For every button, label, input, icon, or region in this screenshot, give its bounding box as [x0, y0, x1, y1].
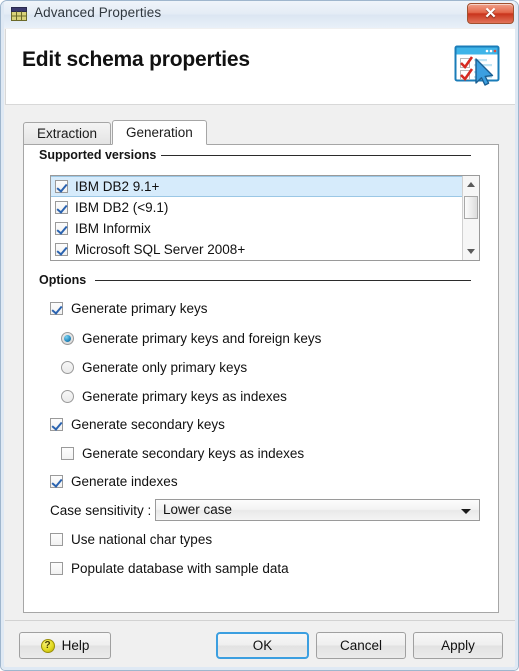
primary-keys-and-foreign-keys-row[interactable]: Generate primary keys and foreign keys — [61, 331, 321, 346]
title-bar: Advanced Properties ✕ — [1, 1, 518, 28]
generate-primary-keys-label: Generate primary keys — [71, 301, 208, 316]
supported-versions-list[interactable]: IBM DB2 9.1+ IBM DB2 (<9.1) IBM Informix… — [50, 175, 480, 261]
primary-keys-as-indexes-label: Generate primary keys as indexes — [82, 389, 287, 404]
generate-secondary-keys-as-indexes-row[interactable]: Generate secondary keys as indexes — [61, 446, 304, 461]
dialog-footer: Help OK Cancel Apply — [5, 621, 516, 668]
ok-button-label: OK — [252, 638, 273, 653]
generate-secondary-keys-as-indexes-checkbox[interactable] — [61, 447, 74, 460]
help-button-label: Help — [61, 638, 90, 653]
cancel-button[interactable]: Cancel — [316, 632, 406, 659]
list-item[interactable]: IBM DB2 (<9.1) — [51, 197, 479, 218]
list-item[interactable]: Microsoft SQL Server 2008+ — [51, 239, 479, 260]
generate-indexes-checkbox[interactable] — [50, 475, 63, 488]
list-item[interactable]: IBM DB2 9.1+ — [51, 176, 479, 197]
scrollbar-thumb[interactable] — [464, 196, 478, 219]
use-national-char-types-checkbox[interactable] — [50, 533, 63, 546]
generate-secondary-keys-label: Generate secondary keys — [71, 417, 225, 432]
close-icon: ✕ — [484, 5, 497, 22]
apply-button[interactable]: Apply — [413, 632, 503, 659]
close-button[interactable]: ✕ — [467, 3, 514, 24]
window-title: Advanced Properties — [34, 5, 162, 20]
primary-keys-and-foreign-keys-label: Generate primary keys and foreign keys — [82, 331, 322, 346]
list-item-label: IBM DB2 9.1+ — [75, 179, 160, 194]
list-item-label: Microsoft SQL Server 2008+ — [75, 242, 246, 257]
scroll-up-arrow-icon[interactable] — [463, 176, 479, 193]
cancel-button-label: Cancel — [339, 638, 383, 653]
help-question-icon — [40, 638, 55, 653]
list-item-label: IBM DB2 (<9.1) — [75, 200, 169, 215]
case-sensitivity-label: Case sensitivity : — [50, 503, 152, 518]
dialog-body: Extraction Generation Supported versions… — [5, 105, 516, 668]
list-item-checkbox[interactable] — [55, 201, 68, 214]
generate-indexes-label: Generate indexes — [71, 474, 178, 489]
apply-button-label: Apply — [441, 638, 475, 653]
only-primary-keys-row[interactable]: Generate only primary keys — [61, 360, 247, 375]
populate-database-checkbox[interactable] — [50, 562, 63, 575]
use-national-char-types-row[interactable]: Use national char types — [50, 532, 212, 547]
generate-secondary-keys-as-indexes-label: Generate secondary keys as indexes — [82, 446, 305, 461]
case-sensitivity-value: Lower case — [163, 502, 233, 517]
generate-primary-keys-row[interactable]: Generate primary keys — [50, 301, 208, 316]
list-item[interactable]: IBM Informix — [51, 218, 479, 239]
generate-secondary-keys-checkbox[interactable] — [50, 418, 63, 431]
generate-indexes-row[interactable]: Generate indexes — [50, 474, 178, 489]
primary-keys-and-foreign-keys-radio[interactable] — [61, 332, 74, 345]
options-group-label: Options — [39, 273, 92, 287]
tab-extraction[interactable]: Extraction — [23, 122, 112, 145]
chevron-down-icon — [461, 509, 471, 514]
supported-versions-group-rule — [154, 155, 471, 156]
list-item-checkbox[interactable] — [55, 243, 68, 256]
scroll-down-arrow-icon[interactable] — [463, 243, 479, 260]
tab-extraction-label: Extraction — [37, 126, 98, 141]
supported-versions-group-label: Supported versions — [39, 148, 162, 162]
only-primary-keys-label: Generate only primary keys — [82, 360, 248, 375]
generate-secondary-keys-row[interactable]: Generate secondary keys — [50, 417, 225, 432]
list-item-checkbox[interactable] — [55, 222, 68, 235]
list-item-checkbox[interactable] — [55, 180, 68, 193]
only-primary-keys-radio[interactable] — [61, 361, 74, 374]
advanced-properties-dialog: Advanced Properties ✕ Edit schema proper… — [0, 0, 519, 671]
page-title: Edit schema properties — [22, 48, 250, 71]
tab-generation[interactable]: Generation — [112, 120, 207, 145]
tab-panel-generation: Supported versions IBM DB2 9.1+ IBM DB2 … — [23, 144, 499, 613]
primary-keys-as-indexes-row[interactable]: Generate primary keys as indexes — [61, 389, 287, 404]
help-button[interactable]: Help — [19, 632, 111, 659]
generate-primary-keys-checkbox[interactable] — [50, 302, 63, 315]
populate-database-row[interactable]: Populate database with sample data — [50, 561, 289, 576]
populate-database-label: Populate database with sample data — [71, 561, 289, 576]
options-group-rule — [95, 280, 471, 281]
ok-button[interactable]: OK — [216, 632, 309, 659]
tab-generation-label: Generation — [126, 125, 193, 140]
dialog-header: Edit schema properties — [5, 29, 516, 105]
table-icon — [11, 7, 27, 21]
schema-checklist-icon — [451, 39, 503, 91]
use-national-char-types-label: Use national char types — [71, 532, 213, 547]
primary-keys-as-indexes-radio[interactable] — [61, 390, 74, 403]
case-sensitivity-select[interactable]: Lower case — [155, 499, 480, 521]
list-scrollbar[interactable] — [462, 176, 479, 260]
list-item-label: IBM Informix — [75, 221, 151, 236]
